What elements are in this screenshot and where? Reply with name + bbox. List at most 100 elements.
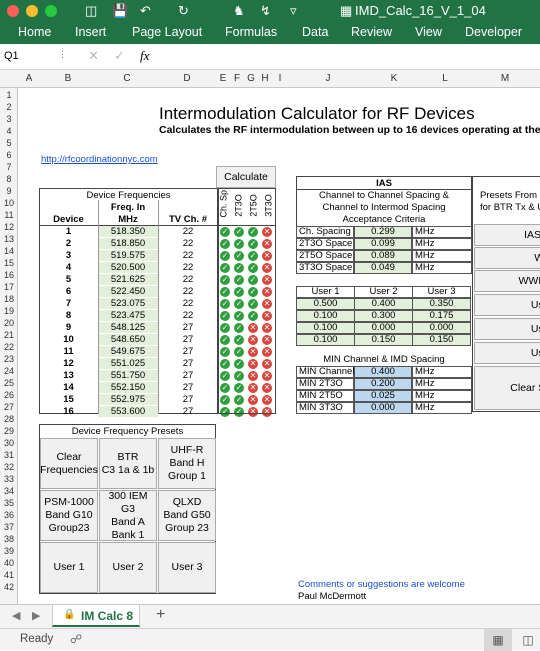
user-value-cell[interactable]: 0.300 — [354, 310, 413, 322]
function-icon[interactable]: fx — [140, 48, 149, 64]
row-header-12[interactable]: 12 — [0, 222, 18, 232]
ias-row-value[interactable]: 0.089 — [354, 250, 412, 262]
row-header-40[interactable]: 40 — [0, 558, 18, 568]
row-header-31[interactable]: 31 — [0, 450, 18, 460]
clear-spacing-button[interactable]: Clear Spa — [474, 366, 540, 410]
column-header-m[interactable]: M — [470, 73, 540, 84]
column-header-g[interactable]: G — [244, 73, 258, 84]
ias-row-value[interactable]: 0.099 — [354, 238, 412, 250]
row-header-10[interactable]: 10 — [0, 198, 18, 208]
device-frequency[interactable]: 522.450 — [98, 286, 158, 297]
row-header-11[interactable]: 11 — [0, 210, 18, 220]
row-header-22[interactable]: 22 — [0, 342, 18, 352]
normal-view-button[interactable]: ▦ — [484, 629, 512, 651]
column-header-a[interactable]: A — [18, 73, 40, 84]
sheet-tab-active[interactable]: 🔒 IM Calc 8 — [52, 605, 140, 627]
tab-developer[interactable]: Developer — [465, 25, 522, 39]
row-header-27[interactable]: 27 — [0, 402, 18, 412]
row-header-26[interactable]: 26 — [0, 390, 18, 400]
row-header-37[interactable]: 37 — [0, 522, 18, 532]
row-header-32[interactable]: 32 — [0, 462, 18, 472]
row-header-30[interactable]: 30 — [0, 438, 18, 448]
device-frequency[interactable]: 551.025 — [98, 358, 158, 369]
macro-icon[interactable]: ↯ — [260, 2, 271, 20]
row-header-14[interactable]: 14 — [0, 246, 18, 256]
row-header-29[interactable]: 29 — [0, 426, 18, 436]
user-value-cell[interactable]: 0.150 — [412, 334, 471, 346]
redo-icon[interactable]: ↻ — [178, 2, 189, 20]
device-frequency[interactable]: 518.850 — [98, 238, 158, 249]
row-header-9[interactable]: 9 — [0, 186, 18, 196]
device-frequency[interactable]: 519.575 — [98, 250, 158, 261]
zoom-window-button[interactable] — [45, 5, 57, 17]
row-header-36[interactable]: 36 — [0, 510, 18, 520]
tab-data[interactable]: Data — [302, 25, 328, 39]
row-header-39[interactable]: 39 — [0, 546, 18, 556]
tab-home[interactable]: Home — [18, 25, 51, 39]
ias-row-value[interactable]: 0.299 — [354, 226, 412, 238]
row-header-34[interactable]: 34 — [0, 486, 18, 496]
device-frequency[interactable]: 548.125 — [98, 322, 158, 333]
column-header-j[interactable]: J — [288, 73, 368, 84]
row-header-42[interactable]: 42 — [0, 582, 18, 592]
clear-frequencies-button[interactable]: Clear Frequencies — [40, 438, 98, 489]
device-frequency[interactable]: 552.150 — [98, 382, 158, 393]
row-header-23[interactable]: 23 — [0, 354, 18, 364]
column-header-l[interactable]: L — [420, 73, 470, 84]
column-header-e[interactable]: E — [216, 73, 230, 84]
device-frequency[interactable]: 520.500 — [98, 262, 158, 273]
minimize-window-button[interactable] — [26, 5, 38, 17]
row-header-35[interactable]: 35 — [0, 498, 18, 508]
formula-input[interactable] — [165, 48, 535, 64]
user-value-cell[interactable]: 0.150 — [354, 334, 413, 346]
row-header-33[interactable]: 33 — [0, 474, 18, 484]
row-header-3[interactable]: 3 — [0, 114, 18, 124]
more-icon[interactable]: ▿ — [290, 2, 297, 20]
tab-review[interactable]: Review — [351, 25, 392, 39]
device-frequency[interactable]: 548.650 — [98, 334, 158, 345]
user-value-cell[interactable]: 0.100 — [296, 322, 355, 334]
row-header-25[interactable]: 25 — [0, 378, 18, 388]
device-frequency[interactable]: 553.600 — [98, 406, 158, 417]
row-header-2[interactable]: 2 — [0, 102, 18, 112]
preset-user-1-button[interactable]: User — [474, 294, 540, 316]
tab-insert[interactable]: Insert — [75, 25, 106, 39]
user-value-cell[interactable]: 0.100 — [296, 334, 355, 346]
qlxd-preset-button[interactable]: QLXD Band G50 Group 23 — [158, 490, 216, 541]
undo-icon[interactable]: ↶ — [140, 2, 151, 20]
user-value-cell[interactable]: 0.000 — [412, 322, 471, 334]
name-box-dropdown-icon[interactable]: ⋮ — [58, 49, 67, 60]
user-value-cell[interactable]: 0.500 — [296, 298, 355, 310]
tab-page-layout[interactable]: Page Layout — [132, 25, 202, 39]
device-frequency[interactable]: 521.625 — [98, 274, 158, 285]
tab-formulas[interactable]: Formulas — [225, 25, 277, 39]
row-header-28[interactable]: 28 — [0, 414, 18, 424]
accessibility-icon[interactable]: ☍ — [70, 632, 82, 646]
device-frequency[interactable]: 549.675 — [98, 346, 158, 357]
row-header-4[interactable]: 4 — [0, 126, 18, 136]
user-3-preset-button[interactable]: User 3 — [158, 542, 216, 593]
shirt-icon[interactable]: ♞ — [233, 2, 245, 20]
sidebar-icon[interactable]: ◫ — [85, 2, 97, 20]
preset-wwb-button[interactable]: WWB m — [474, 270, 540, 292]
column-header-f[interactable]: F — [230, 73, 244, 84]
row-header-24[interactable]: 24 — [0, 366, 18, 376]
page-layout-view-button[interactable]: ◫ — [516, 629, 540, 651]
column-header-k[interactable]: K — [368, 73, 420, 84]
close-window-button[interactable] — [7, 5, 19, 17]
user-value-cell[interactable]: 0.350 — [412, 298, 471, 310]
row-header-16[interactable]: 16 — [0, 270, 18, 280]
user-2-preset-button[interactable]: User 2 — [99, 542, 157, 593]
prev-sheet-icon[interactable]: ◀ — [12, 609, 20, 622]
preset-user-2-button[interactable]: User — [474, 318, 540, 340]
preset-user-3-button[interactable]: User — [474, 342, 540, 364]
row-header-38[interactable]: 38 — [0, 534, 18, 544]
row-header-19[interactable]: 19 — [0, 306, 18, 316]
next-sheet-icon[interactable]: ▶ — [32, 609, 40, 622]
website-link[interactable]: http://rfcoordinationnyc.com — [41, 154, 158, 165]
user-value-cell[interactable]: 0.400 — [354, 298, 413, 310]
device-frequency[interactable]: 552.975 — [98, 394, 158, 405]
device-frequency[interactable]: 523.475 — [98, 310, 158, 321]
tab-view[interactable]: View — [415, 25, 442, 39]
worksheet-grid[interactable]: Intermodulation Calculator for RF Device… — [18, 88, 540, 604]
